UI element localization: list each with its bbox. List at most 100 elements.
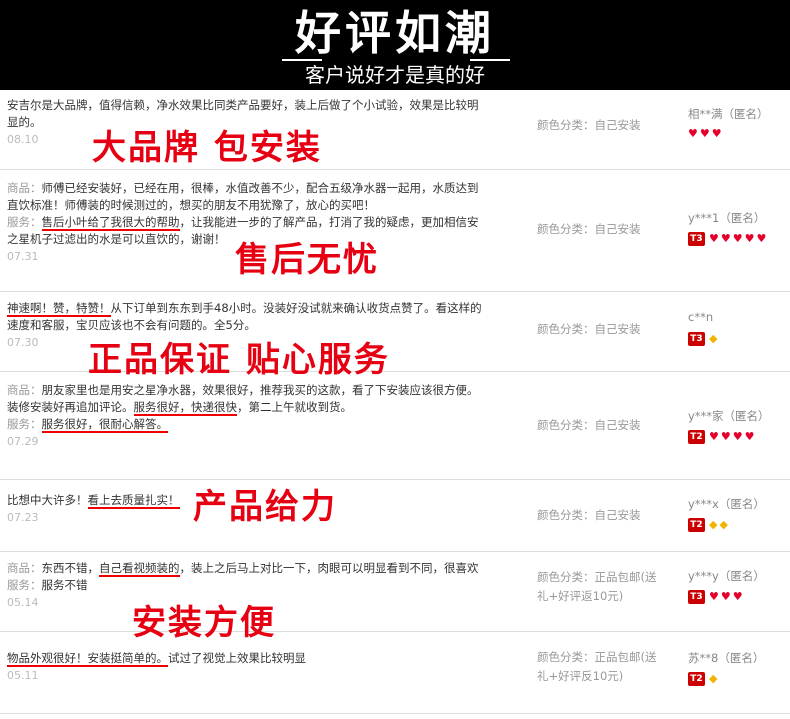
reviewer-level: T3 ◆	[688, 332, 717, 346]
reviewer-level: T3 ♥ ♥ ♥ ♥ ♥	[688, 232, 766, 246]
divider	[282, 59, 322, 61]
color-category-value: 礼+好评返10元)	[537, 589, 624, 603]
color-category-value: 自己安装	[594, 222, 641, 236]
reviewer-level: T2 ♥ ♥ ♥ ♥	[688, 430, 755, 444]
diamond-icon: ◆	[709, 672, 718, 685]
review-text: 物品外观很好！安装挺简单的。试过了视觉上效果比较明显 05.11	[7, 650, 507, 684]
tier-badge: T3	[688, 332, 705, 346]
color-category-label: 颜色分类：	[537, 570, 595, 584]
review-text-segment: 直饮标准！师傅装的时候测过的，想买的朋友不用犹豫了，放心的买吧！	[7, 198, 375, 212]
page-subtitle: 客户说好才是真的好	[305, 63, 485, 87]
color-category-label: 颜色分类：	[537, 650, 595, 664]
color-category-value: 正品包邮(送	[594, 570, 657, 584]
diamond-icon: ◆	[709, 518, 718, 531]
reviewer-level: T3 ♥ ♥ ♥	[688, 590, 743, 604]
highlighted-text: 服务很好，快递很快	[133, 400, 237, 416]
heart-icon: ♥	[720, 430, 731, 443]
review-text-segment: 服务不错	[41, 578, 88, 592]
color-category-label: 颜色分类：	[537, 322, 595, 336]
review-text-segment: 东西不错，	[41, 561, 100, 575]
review-line: 商品：东西不错，自己看视频装的，装上之后马上对比一下，肉眼可以明显看到不同，很喜…	[7, 560, 507, 577]
reviewer-level: ♥ ♥ ♥	[688, 128, 722, 140]
review-row: 物品外观很好！安装挺简单的。试过了视觉上效果比较明显 05.11 颜色分类：正品包邮…	[0, 632, 790, 714]
review-date: 07.29	[7, 435, 39, 448]
color-category: 颜色分类：正品包邮(送礼+好评反10元)	[537, 648, 677, 686]
review-text-segment: 速度和客服，宝贝应该也不会有问题的。全5分。	[7, 318, 256, 332]
color-category: 颜色分类：自己安装	[537, 506, 677, 525]
review-row: 比想中大许多！看上去质量扎实！ 07.23 颜色分类：自己安装 y***x（匿名） T2…	[0, 480, 790, 552]
review-line: 神速啊！赞，特赞！从下订单到东东到手48小时。没装好没试就来确认收货点赞了。看这…	[7, 300, 507, 317]
slogan: 产品给力	[193, 487, 337, 527]
reviewer-name[interactable]: 相**满（匿名）	[688, 106, 769, 122]
slogan: 大品牌 包安装	[92, 128, 322, 168]
review-text-segment: 显的。	[7, 115, 42, 129]
review-text-segment: 安吉尔是大品牌，值得信赖，净水效果比同类产品要好，装上后做了个小试验，效果是比较…	[7, 98, 479, 112]
divider	[470, 59, 510, 61]
review-text-segment: 之星机子过滤出的水是可以直饮的，谢谢！	[7, 232, 226, 246]
color-category: 颜色分类：自己安装	[537, 220, 677, 239]
review-text-segment: ，第二上午就收到货。	[237, 400, 352, 414]
color-category-value: 自己安装	[594, 118, 641, 132]
heart-icon: ♥	[732, 430, 743, 443]
reviewer-name[interactable]: y***1（匿名）	[688, 210, 765, 226]
color-category: 颜色分类：自己安装	[537, 320, 677, 339]
review-line: 商品：师傅已经安装好，已经在用，很棒，水值改善不少，配合五级净水器一起用，水质达…	[7, 180, 507, 197]
heart-icon: ♥	[744, 232, 755, 245]
reviewer-level: T2 ◆	[688, 672, 717, 686]
color-category-label: 颜色分类：	[537, 418, 595, 432]
heart-icon: ♥	[732, 590, 743, 603]
header-banner: 好评如潮 客户说好才是真的好	[0, 0, 790, 90]
heart-icon: ♥	[709, 430, 719, 443]
color-category: 颜色分类：正品包邮(送礼+好评返10元)	[537, 568, 677, 606]
highlighted-text: 神速啊！赞，特赞！	[7, 301, 111, 317]
heart-icon: ♥	[720, 590, 731, 603]
reviewer-name[interactable]: 苏**8（匿名）	[688, 650, 764, 666]
heart-icon: ♥	[756, 232, 767, 245]
review-text-segment: 装修安装好再追加评论。	[7, 400, 134, 414]
reviewer-level: T2 ◆ ◆	[688, 518, 728, 532]
review-text-segment: ，让我能进一步的了解产品，打消了我的疑虑，更加相信安	[179, 215, 479, 229]
heart-icon: ♥	[720, 232, 731, 245]
reviewer-name[interactable]: y***y（匿名）	[688, 568, 765, 584]
reviewer-name[interactable]: c**n	[688, 310, 713, 324]
review-text-segment: 比想中大许多！	[7, 493, 88, 507]
reviewer-name[interactable]: y***x（匿名）	[688, 496, 765, 512]
review-line: 速度和客服，宝贝应该也不会有问题的。全5分。	[7, 317, 507, 334]
review-prefix: 商品：	[7, 181, 42, 195]
color-category-value: 正品包邮(送	[594, 650, 657, 664]
review-line: 商品：朋友家里也是用安之星净水器，效果很好，推荐我买的这款，看了下安装应该很方便…	[7, 382, 507, 399]
review-date: 05.11	[7, 669, 39, 682]
reviewer-name[interactable]: y***家（匿名）	[688, 408, 770, 424]
highlighted-text: 售后小叶给了我很大的帮助	[41, 215, 180, 231]
review-row: 商品：东西不错，自己看视频装的，装上之后马上对比一下，肉眼可以明显看到不同，很喜…	[0, 552, 790, 632]
review-text-segment: 试过了视觉上效果比较明显	[168, 651, 306, 665]
review-prefix: 服务：	[7, 578, 42, 592]
slogan: 安装方便	[132, 603, 276, 643]
highlighted-text: 服务很好，很耐心解答。	[41, 417, 168, 433]
review-text-segment: 从下订单到东东到手48小时。没装好没试就来确认收货点赞了。看这样的	[110, 301, 482, 315]
heart-icon: ♥	[744, 430, 755, 443]
heart-icon: ♥	[688, 127, 698, 140]
heart-icon: ♥	[709, 232, 719, 245]
review-row: 商品：师傅已经安装好，已经在用，很棒，水值改善不少，配合五级净水器一起用，水质达…	[0, 170, 790, 292]
color-category-label: 颜色分类：	[537, 118, 595, 132]
color-category-value: 自己安装	[594, 508, 641, 522]
review-text-segment: 朋友家里也是用安之星净水器，效果很好，推荐我买的这款，看了下安装应该很方便。	[41, 383, 479, 397]
review-line: 服务：服务很好，很耐心解答。	[7, 416, 507, 433]
heart-icon: ♥	[709, 590, 719, 603]
review-line: 物品外观很好！安装挺简单的。试过了视觉上效果比较明显	[7, 650, 507, 667]
tier-badge: T2	[688, 430, 705, 444]
review-text: 商品：朋友家里也是用安之星净水器，效果很好，推荐我买的这款，看了下安装应该很方便…	[7, 382, 507, 450]
tier-badge: T3	[688, 590, 705, 604]
color-category: 颜色分类：自己安装	[537, 416, 677, 435]
slogan: 售后无忧	[235, 240, 379, 280]
color-category-label: 颜色分类：	[537, 222, 595, 236]
diamond-icon: ◆	[719, 518, 728, 531]
color-category-value: 自己安装	[594, 322, 641, 336]
review-line: 装修安装好再追加评论。服务很好，快递很快，第二上午就收到货。	[7, 399, 507, 416]
highlighted-text: 看上去质量扎实！	[87, 493, 180, 509]
color-category-value: 自己安装	[594, 418, 641, 432]
highlighted-text: 物品外观很好！安装挺简单的。	[7, 651, 168, 667]
color-category-value: 礼+好评反10元)	[537, 669, 624, 683]
heart-icon: ♥	[732, 232, 743, 245]
